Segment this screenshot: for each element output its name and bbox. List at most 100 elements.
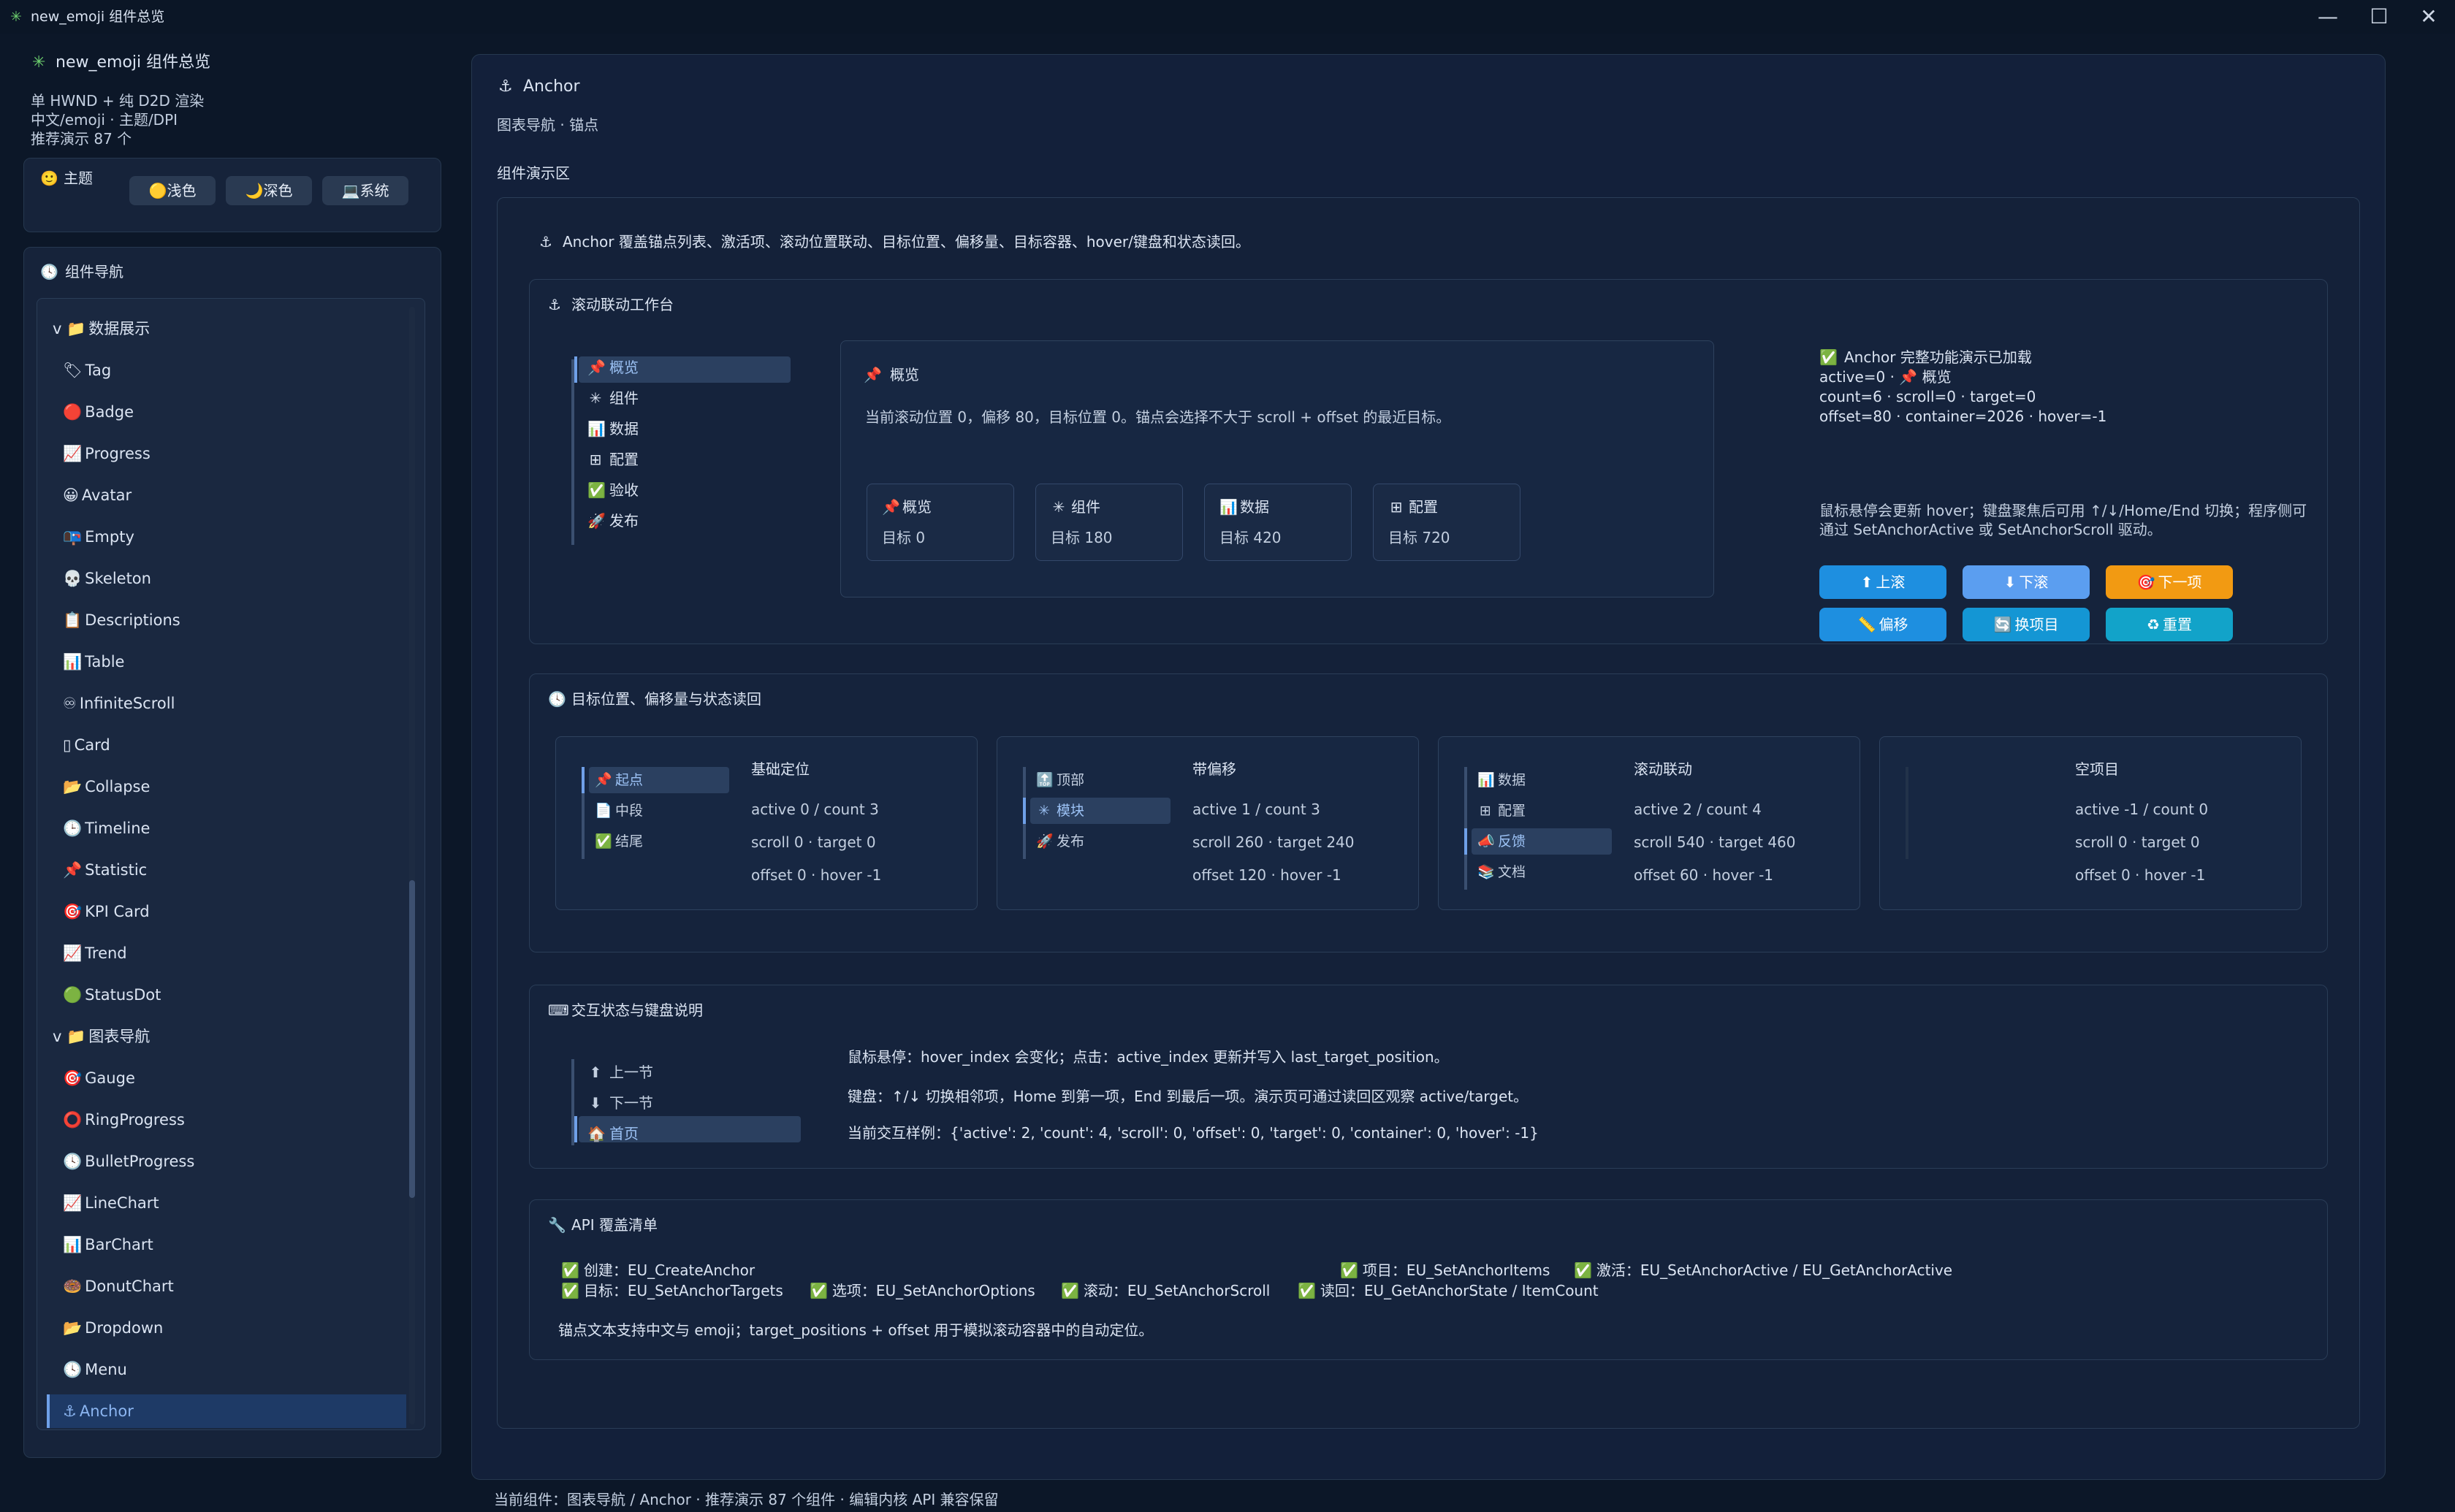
- anchor-link[interactable]: 🚀 发布: [587, 511, 639, 530]
- interaction-item-label: 首页: [609, 1125, 639, 1142]
- nav-item[interactable]: ⚓ Anchor: [63, 1395, 380, 1427]
- target-card-anchor[interactable]: 📄 中段: [595, 801, 643, 820]
- nav-item[interactable]: 📋 Descriptions: [63, 604, 380, 636]
- close-button[interactable]: ✕: [2407, 3, 2451, 31]
- target-card-anchor[interactable]: ✅ 结尾: [595, 832, 643, 851]
- target-tile[interactable]: ⊞ 配置 目标 720: [1373, 484, 1520, 561]
- nav-scrollbar[interactable]: [409, 307, 415, 1424]
- nav-item[interactable]: 😀 Avatar: [63, 479, 380, 511]
- target-card-anchor[interactable]: ⊞ 配置: [1477, 801, 1526, 820]
- minimize-button[interactable]: —: [2306, 3, 2350, 31]
- theme-light-button[interactable]: 🟡浅色: [129, 176, 216, 205]
- theme-system-button[interactable]: 💻系统: [322, 176, 408, 205]
- target-tile[interactable]: ✳ 组件 目标 180: [1035, 484, 1183, 561]
- nav-item[interactable]: 📭 Empty: [63, 521, 380, 553]
- nav-item[interactable]: v 📁 数据展示: [53, 313, 380, 345]
- anchor-link[interactable]: 📊 数据: [587, 419, 639, 438]
- theme-dark-button[interactable]: 🌙深色: [226, 176, 312, 205]
- theme-system-label: 系统: [359, 182, 389, 199]
- nav-item[interactable]: ▯ Card: [63, 729, 380, 761]
- nav-item[interactable]: 🕓 Menu: [63, 1353, 380, 1386]
- target-card-anchor[interactable]: 🚀 发布: [1036, 832, 1084, 851]
- interaction-line: 键盘：↑/↓ 切换相邻项，Home 到第一项，End 到最后一项。演示页可通过读…: [848, 1088, 1529, 1105]
- anchor-link[interactable]: ✳ 组件: [587, 389, 639, 408]
- nav-item[interactable]: 📂 Collapse: [63, 771, 380, 803]
- nav-item[interactable]: 🟢 StatusDot: [63, 979, 380, 1011]
- anchor-link[interactable]: 📌 概览: [587, 358, 639, 377]
- workbench-button[interactable]: ♻ 重置: [2106, 608, 2233, 641]
- nav-item[interactable]: 📊 BarChart: [63, 1229, 380, 1261]
- anchor-link[interactable]: ⊞ 配置: [587, 450, 639, 469]
- nav-item[interactable]: 🍩 DonutChart: [63, 1270, 380, 1302]
- nav-scrollbar-thumb[interactable]: [409, 880, 415, 1198]
- api-item-label: 创建：EU_CreateAnchor: [583, 1261, 755, 1279]
- workbench-button[interactable]: 📏 偏移: [1819, 608, 1946, 641]
- anchor-icon: ⚓: [548, 296, 561, 313]
- smile-icon: 🙂: [40, 169, 58, 187]
- nav-item[interactable]: 📈 Trend: [63, 937, 380, 969]
- anchor-link-icon: 🚀: [587, 512, 606, 530]
- nav-item[interactable]: ⭕ RingProgress: [63, 1104, 380, 1136]
- nav-item[interactable]: 📂 Dropdown: [63, 1312, 380, 1344]
- target-card-title: 基础定位: [751, 760, 810, 778]
- nav-item-icon: ⭕: [63, 1111, 83, 1129]
- nav-item[interactable]: 🕒 Timeline: [63, 812, 380, 844]
- api-title: API 覆盖清单: [571, 1216, 658, 1234]
- clock-icon: 🕓: [548, 690, 566, 708]
- interaction-title: 交互状态与键盘说明: [571, 1001, 703, 1019]
- nav-item[interactable]: 📌 Statistic: [63, 854, 380, 886]
- target-card-anchor[interactable]: 📌 起点: [595, 771, 643, 790]
- target-tile[interactable]: 📌 概览 目标 0: [867, 484, 1014, 561]
- nav-item-label: Menu: [85, 1361, 127, 1378]
- nav-item-label: Collapse: [85, 778, 151, 795]
- status-line: offset=80 · container=2026 · hover=-1: [1819, 408, 2107, 425]
- workbench-button[interactable]: ⬆ 上滚: [1819, 565, 1946, 599]
- nav-item[interactable]: 🏷 Tag: [63, 354, 380, 386]
- moon-icon: 🌙: [245, 182, 264, 199]
- workbench-button-label: 上滚: [1876, 573, 1906, 591]
- nav-item[interactable]: v 📁 图表导航: [53, 1020, 380, 1053]
- target-tile[interactable]: 📊 数据 目标 420: [1204, 484, 1352, 561]
- maximize-button[interactable]: ☐: [2357, 3, 2401, 31]
- nav-item[interactable]: 📊 Table: [63, 646, 380, 678]
- target-card-readout: active -1 / count 0: [2075, 801, 2209, 818]
- nav-item-icon: ♾: [63, 695, 77, 712]
- target-card-readout: active 1 / count 3: [1192, 801, 1320, 818]
- nav-item[interactable]: 📈 LineChart: [63, 1187, 380, 1219]
- target-card-anchor-label: 中段: [615, 803, 644, 819]
- target-card-anchor-icon: ⊞: [1480, 803, 1491, 819]
- target-tile-icon: ⊞: [1390, 498, 1403, 516]
- workbench-button[interactable]: 🎯 下一项: [2106, 565, 2233, 599]
- nav-item-icon: 🕓: [63, 1361, 83, 1378]
- target-card-anchor[interactable]: 📣 反馈: [1477, 832, 1526, 851]
- interaction-item[interactable]: ⬇ 下一节: [587, 1093, 653, 1112]
- check-icon: ✅: [561, 1282, 579, 1299]
- target-card-readout: active 2 / count 4: [1634, 801, 1762, 818]
- nav-title: 组件导航: [65, 263, 123, 280]
- nav-item-icon: 🕓: [63, 1153, 83, 1170]
- nav-item[interactable]: 📈 Progress: [63, 438, 380, 470]
- anchor-link[interactable]: ✅ 验收: [587, 481, 639, 500]
- check-icon: ✅: [1061, 1282, 1079, 1299]
- nav-item[interactable]: ♾ InfiniteScroll: [63, 687, 380, 719]
- target-card-anchor[interactable]: 📚 文档: [1477, 863, 1526, 882]
- target-card-anchor[interactable]: 🔝 顶部: [1036, 771, 1084, 790]
- workbench-button[interactable]: ⬇ 下滚: [1963, 565, 2090, 599]
- nav-item-icon: ▯: [63, 736, 72, 754]
- nav-item[interactable]: 🎯 KPI Card: [63, 896, 380, 928]
- nav-item[interactable]: 🕓 BulletProgress: [63, 1145, 380, 1177]
- interaction-item[interactable]: 🏠 首页: [587, 1124, 639, 1143]
- target-card-anchor[interactable]: 📊 数据: [1477, 771, 1526, 790]
- nav-item-icon: 🔴: [63, 403, 83, 421]
- target-card-anchor[interactable]: ✳ 模块: [1036, 801, 1084, 820]
- nav-item[interactable]: 💀 Skeleton: [63, 562, 380, 595]
- workbench-title: 滚动联动工作台: [571, 296, 674, 313]
- target-tile-title: 📌 概览: [882, 497, 932, 516]
- interaction-line: 鼠标悬停：hover_index 会变化；点击：active_index 更新并…: [848, 1048, 1449, 1066]
- nav-item[interactable]: 🎯 Gauge: [63, 1062, 380, 1094]
- workbench-button[interactable]: 🔄 换项目: [1963, 608, 2090, 641]
- check-icon: ✅: [561, 1261, 579, 1279]
- interaction-item[interactable]: ⬆ 上一节: [587, 1063, 653, 1082]
- nav-item[interactable]: 🔴 Badge: [63, 396, 380, 428]
- nav-item-label: KPI Card: [85, 903, 150, 920]
